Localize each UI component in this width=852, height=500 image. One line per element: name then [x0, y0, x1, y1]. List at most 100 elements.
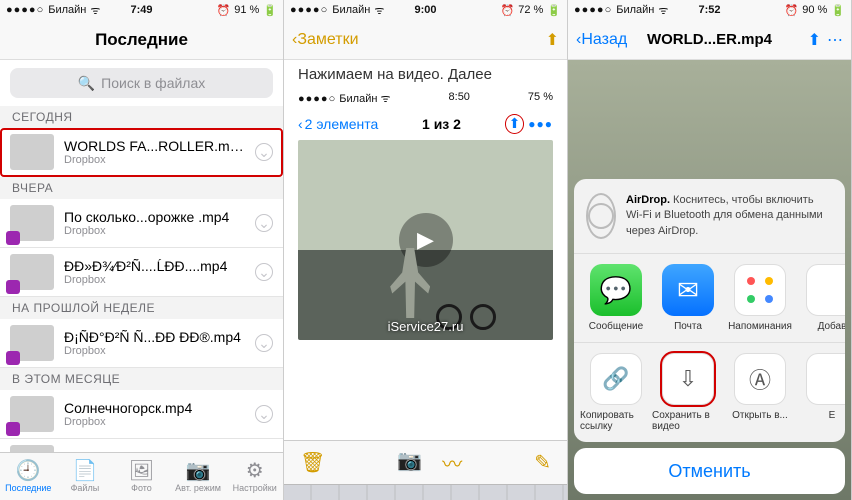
watermark: iService27.ru — [388, 319, 464, 334]
battery-icon: 🔋 — [263, 4, 277, 17]
inner-back[interactable]: ‹2 элемента — [298, 116, 378, 132]
file-title: ÐÐ»Ð¾⁄Ð²Ñ....ĹÐÐ....mp4 — [64, 258, 245, 274]
action-icon — [806, 353, 845, 405]
thumb — [10, 396, 54, 432]
app-icon — [734, 264, 786, 316]
alarm-icon: ⏰ — [501, 4, 515, 17]
airdrop-row[interactable]: AirDrop. Коснитесь, чтобы включить Wi-Fi… — [574, 179, 845, 254]
file-row[interactable]: WORLDS FA...ROLLER.mp4Dropbox ⌄ — [0, 128, 283, 177]
clock: 7:49 — [130, 4, 152, 16]
page-title: WORLD...ER.mp4 — [647, 31, 772, 48]
chevron-down-icon[interactable]: ⌄ — [255, 214, 273, 232]
signal-dots: ●●●●○ — [574, 4, 612, 16]
draw-icon[interactable]: 〰 — [442, 448, 462, 477]
airdrop-text: AirDrop. Коснитесь, чтобы включить Wi-Fi… — [626, 193, 833, 239]
tab-label: Авт. режим — [175, 483, 221, 493]
signal-dots: ●●●●○ — [6, 4, 44, 16]
back-button[interactable]: ‹Назад — [568, 20, 635, 60]
section-header: ВЧЕРА — [0, 177, 283, 199]
app-label: Сообщение — [589, 321, 643, 332]
statusbar: ●●●●○Билайн ᯤ 9:00 ⏰72 %🔋 — [284, 0, 567, 20]
section-header: СЕГОДНЯ — [0, 106, 283, 128]
search-icon: 🔍 — [78, 75, 95, 92]
tab-Настройки[interactable]: ⚙Настройки — [226, 453, 283, 500]
video-thumb[interactable]: ▶ iService27.ru — [298, 140, 553, 340]
trash-icon[interactable]: 🗑 — [300, 450, 325, 475]
share-action-Копировать ссылку[interactable]: 🔗Копировать ссылку — [580, 353, 652, 432]
cancel-button[interactable]: Отменить — [574, 448, 845, 494]
statusbar: ●●●●○Билайн ᯤ 7:49 ⏰91 %🔋 — [0, 0, 283, 20]
app-icon: 💬 — [590, 264, 642, 316]
file-title: По сколько...орожке .mp4 — [64, 209, 245, 225]
share-button[interactable]: ⬆︎ — [538, 20, 567, 60]
file-row[interactable]: Ð¡ÑÐ°Ð²Ñ Ñ...ÐÐ ĐÐ®.mp4Dropbox ⌄ — [0, 319, 283, 368]
more-icon[interactable]: ●●● — [528, 117, 553, 131]
action-label: Сохранить в видео — [652, 410, 724, 432]
tab-icon: 📄 — [72, 461, 97, 481]
inner-statusbar: ●●●●○ Билайн ᯤ 8:50 75 % — [298, 91, 553, 106]
clock: 7:52 — [698, 4, 720, 16]
tab-Авт. режим[interactable]: 📷Авт. режим — [170, 453, 227, 500]
tab-Последние[interactable]: 🕘Последние — [0, 453, 57, 500]
chevron-left-icon: ‹ — [298, 116, 303, 132]
chevron-down-icon[interactable]: ⌄ — [255, 334, 273, 352]
app-label: Добав — [818, 321, 845, 332]
tab-Файлы[interactable]: 📄Файлы — [57, 453, 114, 500]
more-icon[interactable]: ⋯ — [827, 30, 843, 50]
file-row[interactable]: Солнечногорск.mp4Dropbox ⌄ — [0, 390, 283, 439]
inner-navbar: ‹2 элемента 1 из 2 ⬆︎ ●●● — [298, 114, 553, 134]
file-title: Солнечногорск.mp4 — [64, 400, 245, 416]
carrier: Билайн — [332, 4, 370, 16]
tab-Фото[interactable]: 🖼Фото — [113, 453, 170, 500]
keyboard[interactable] — [284, 484, 567, 500]
note-text: Нажимаем на видео. Далее — [284, 60, 567, 83]
thumb — [10, 254, 54, 290]
share-app-Сообщение[interactable]: 💬 Сообщение — [580, 264, 652, 332]
file-source: Dropbox — [64, 416, 245, 428]
file-source: Dropbox — [64, 274, 245, 286]
camera-icon[interactable]: 📷 — [397, 448, 422, 477]
wifi-icon: ᯤ — [374, 3, 384, 18]
notes-toolbar: 🗑 📷 〰 ✎ — [284, 440, 567, 484]
share-app-Напоминания[interactable]: Напоминания — [724, 264, 796, 332]
action-icon: Ⓐ — [734, 353, 786, 405]
alarm-icon: ⏰ — [785, 4, 799, 17]
file-source: Dropbox — [64, 225, 245, 237]
chevron-down-icon[interactable]: ⌄ — [255, 405, 273, 423]
file-title: WORLDS FA...ROLLER.mp4 — [64, 138, 245, 154]
signal-dots: ●●●●○ — [290, 4, 328, 16]
file-row[interactable]: По сколько...орожке .mp4Dropbox ⌄ — [0, 199, 283, 248]
share-action-Е[interactable]: Е — [796, 353, 845, 432]
share-action-Открыть в...[interactable]: ⒶОткрыть в... — [724, 353, 796, 432]
tabbar: 🕘Последние📄Файлы🖼Фото📷Авт. режим⚙Настрой… — [0, 452, 283, 500]
chevron-down-icon[interactable]: ⌄ — [255, 143, 273, 161]
app-icon: ✉ — [662, 264, 714, 316]
alarm-icon: ⏰ — [217, 4, 231, 17]
dropbox-badge — [6, 231, 20, 245]
share-icon[interactable]: ⬆︎ — [808, 30, 821, 50]
tab-label: Последние — [5, 483, 51, 493]
clock: 9:00 — [414, 4, 436, 16]
statusbar: ●●●●○Билайн ᯤ 7:52 ⏰90 %🔋 — [568, 0, 851, 20]
airdrop-icon — [586, 193, 616, 239]
thumb — [10, 325, 54, 361]
file-row[interactable]: ÐÐ»Ð¾⁄Ð²Ñ....ĹÐÐ....mp4Dropbox ⌄ — [0, 248, 283, 297]
search-input[interactable]: 🔍Поиск в файлах — [10, 68, 273, 98]
share-action-Сохранить в видео[interactable]: ⇩ Сохранить в видео — [652, 353, 724, 432]
inner-share[interactable]: ⬆︎ ●●● — [505, 114, 553, 134]
share-app-Добав[interactable]: Добав — [796, 264, 845, 332]
new-icon[interactable]: ✎ — [534, 450, 551, 475]
action-icon: ⇩ — [662, 353, 714, 405]
dropbox-badge — [6, 280, 20, 294]
tab-label: Настройки — [233, 483, 277, 493]
wifi-icon: ᯤ — [658, 3, 668, 18]
dropbox-badge — [6, 351, 20, 365]
back-label: Заметки — [297, 31, 358, 49]
navbar: ‹Назад WORLD...ER.mp4 ⬆︎ ⋯ — [568, 20, 851, 60]
back-button[interactable]: ‹Заметки — [284, 20, 367, 60]
panel-files: ●●●●○Билайн ᯤ 7:49 ⏰91 %🔋 Последние 🔍Пои… — [0, 0, 284, 500]
panel-share: ●●●●○Билайн ᯤ 7:52 ⏰90 %🔋 ‹Назад WORLD..… — [568, 0, 852, 500]
share-app-Почта[interactable]: ✉Почта — [652, 264, 724, 332]
tab-label: Фото — [131, 483, 152, 493]
chevron-down-icon[interactable]: ⌄ — [255, 263, 273, 281]
